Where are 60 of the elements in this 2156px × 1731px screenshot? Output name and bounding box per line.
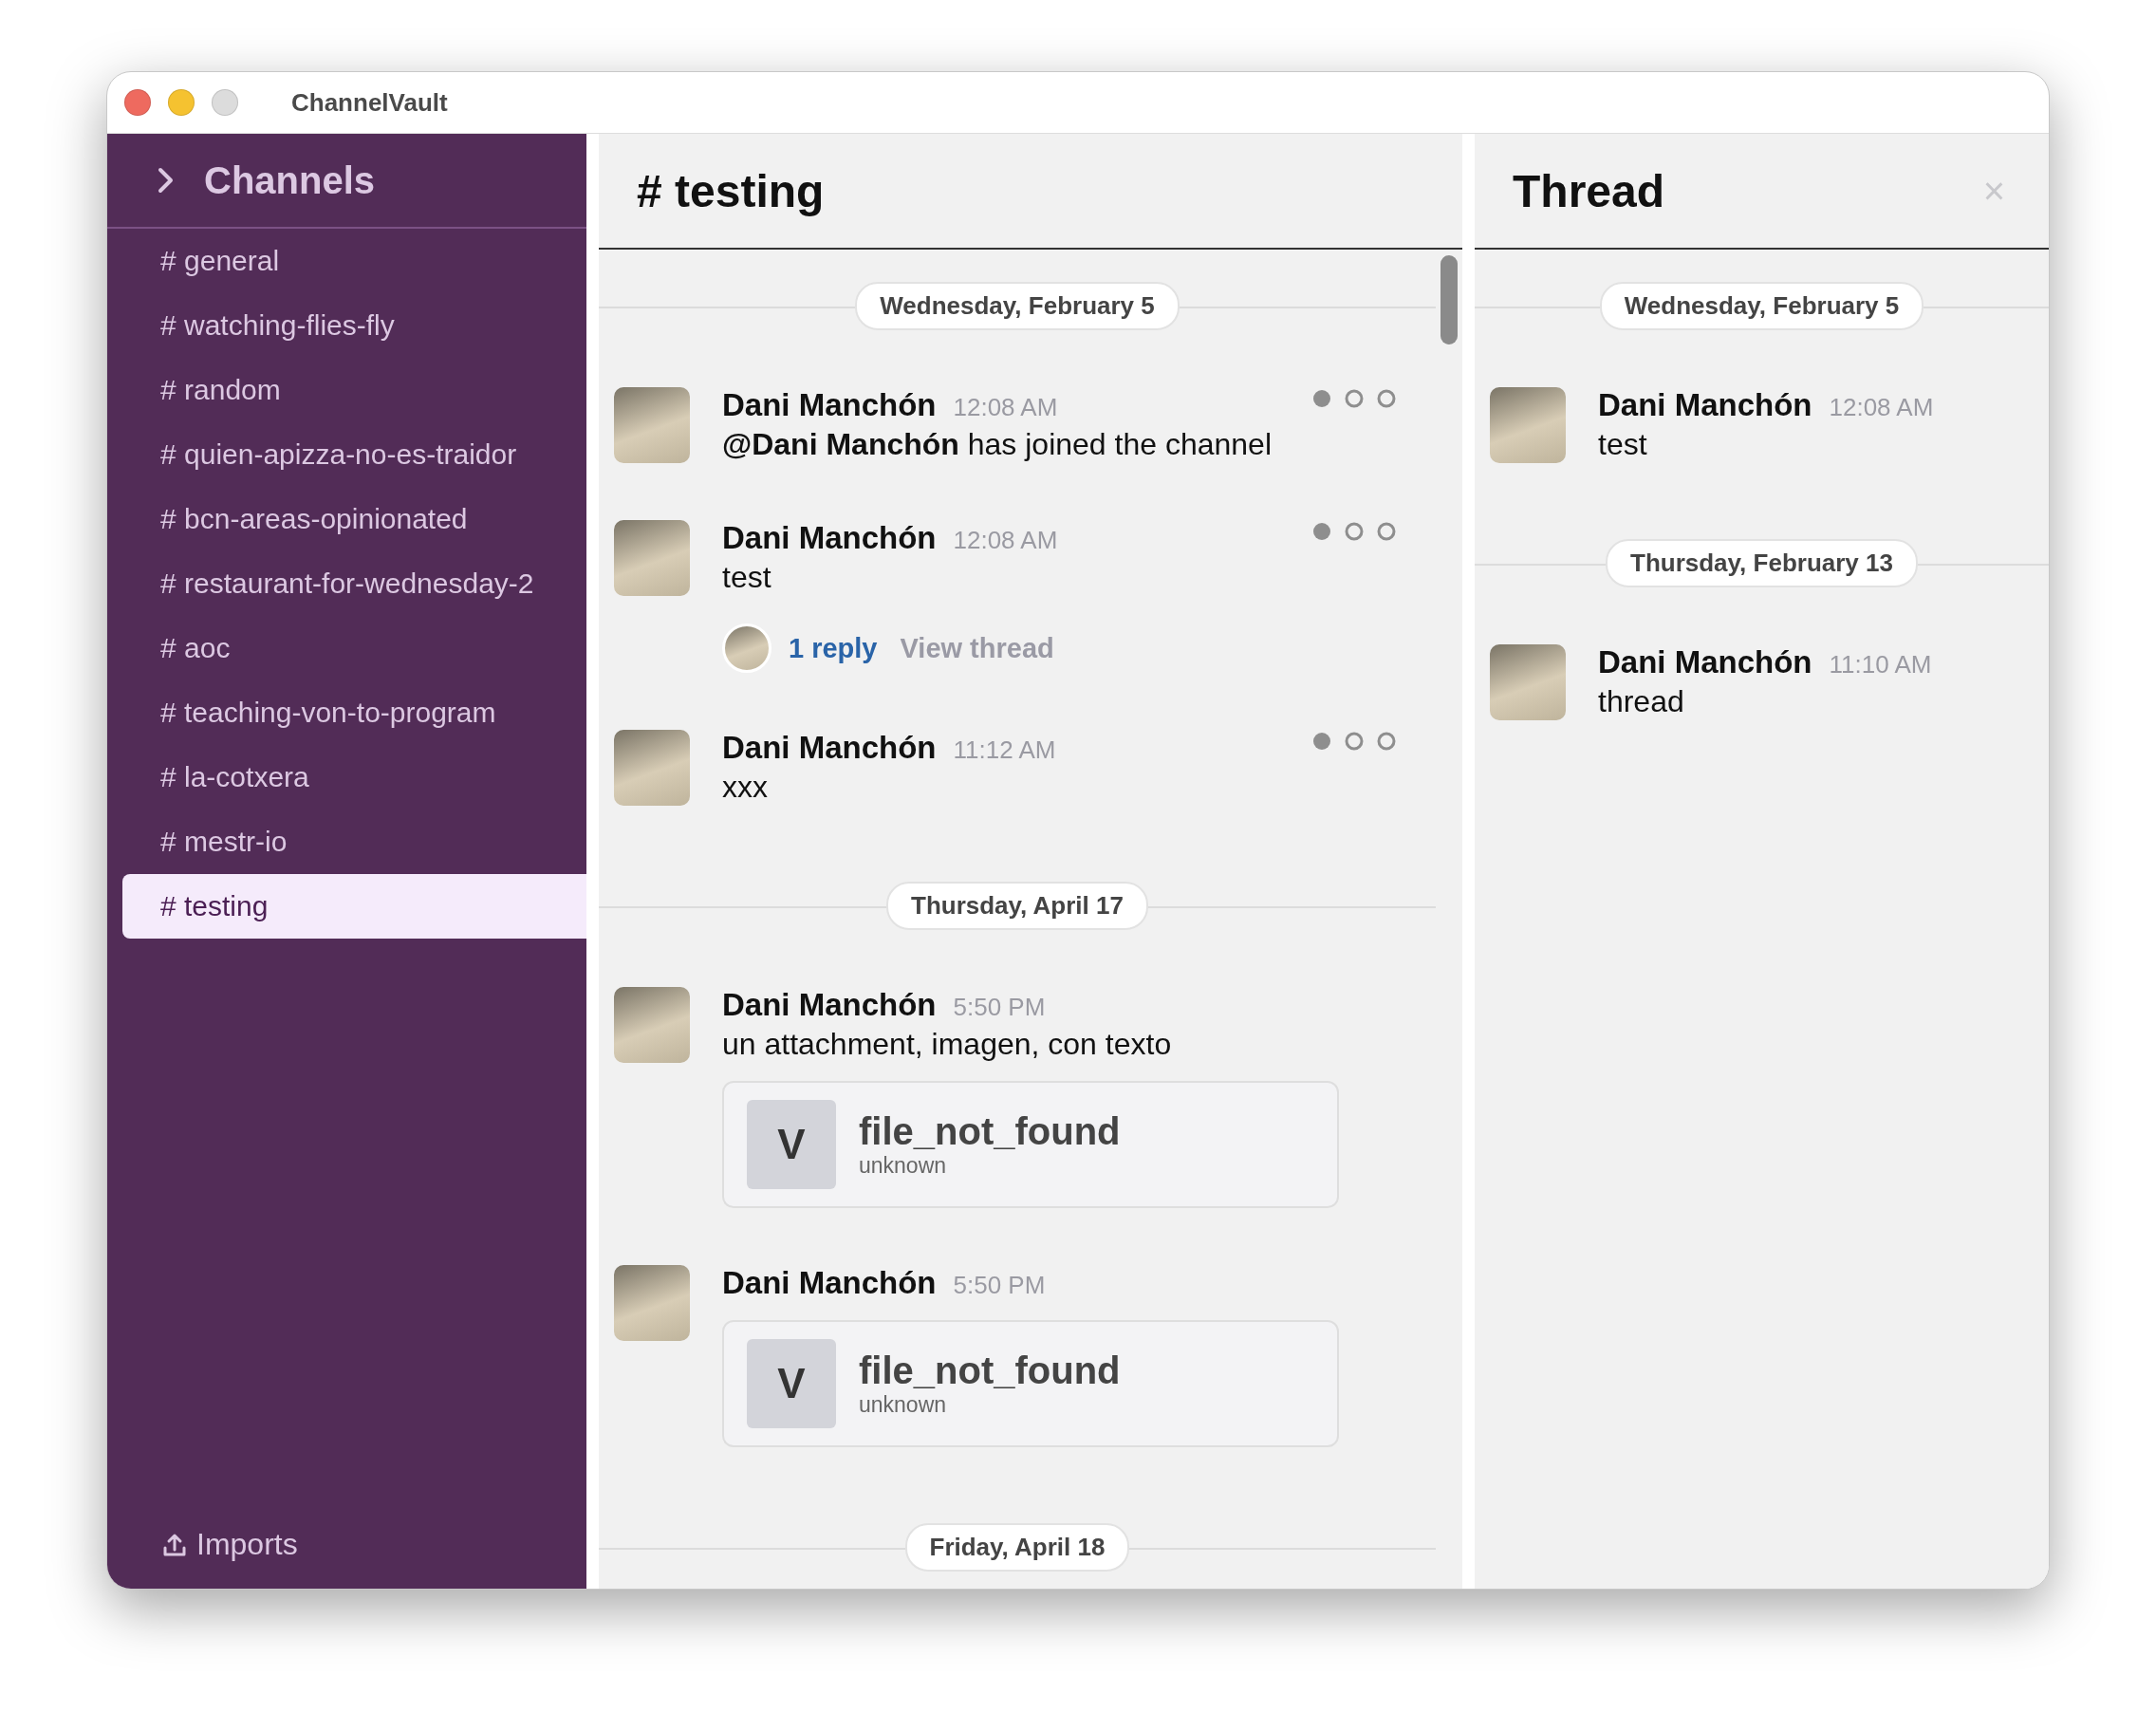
channel-item[interactable]: # teaching-von-to-program: [122, 680, 586, 745]
message-time: 11:12 AM: [953, 735, 1056, 765]
attachment-card[interactable]: V file_not_found unknown: [722, 1320, 1339, 1447]
author-name: Dani Manchón: [722, 520, 937, 556]
message-text: test: [722, 560, 772, 595]
channel-item[interactable]: # quien-apizza-no-es-traidor: [122, 422, 586, 487]
channel-title: # testing: [637, 164, 825, 217]
file-type-badge: V: [747, 1100, 836, 1189]
channel-item[interactable]: # mestr-io: [122, 810, 586, 874]
message-time: 11:10 AM: [1829, 650, 1932, 679]
reply-count-link[interactable]: 1 reply: [789, 632, 878, 664]
message-text: thread: [1598, 684, 1685, 719]
channel-item[interactable]: # aoc: [122, 616, 586, 680]
channels-header: Channels: [204, 158, 376, 202]
channel-item[interactable]: # random: [122, 358, 586, 422]
author-name: Dani Manchón: [722, 730, 937, 766]
channel-item[interactable]: # testing: [122, 874, 586, 939]
window-title: ChannelVault: [291, 87, 448, 118]
date-pill: Wednesday, February 5: [855, 282, 1180, 330]
author-name: Dani Manchón: [1598, 387, 1812, 423]
window-close-button[interactable]: [124, 89, 151, 116]
author-name: Dani Manchón: [722, 987, 937, 1023]
attachment-card[interactable]: V file_not_found unknown: [722, 1081, 1339, 1208]
channel-item[interactable]: # watching-flies-fly: [122, 293, 586, 358]
channel-item[interactable]: # bcn-areas-opinionated: [122, 487, 586, 551]
date-pill: Thursday, February 13: [1606, 539, 1918, 587]
message-time: 12:08 AM: [1829, 393, 1934, 422]
file-name: file_not_found: [859, 1110, 1121, 1153]
file-type: unknown: [859, 1392, 948, 1418]
message-time: 12:08 AM: [953, 393, 1058, 422]
scrollbar-thumb[interactable]: [1440, 255, 1458, 344]
author-name: Dani Manchón: [722, 387, 937, 423]
window-zoom-button[interactable]: [212, 89, 238, 116]
window-minimize-button[interactable]: [168, 89, 195, 116]
imports-link[interactable]: Imports: [196, 1527, 298, 1562]
message-time: 12:08 AM: [953, 526, 1058, 555]
file-type-badge: V: [747, 1339, 836, 1428]
thread-title: Thread: [1513, 164, 1665, 217]
channel-item[interactable]: # la-cotxera: [122, 745, 586, 810]
dots-icon[interactable]: [1310, 520, 1398, 543]
message-text: un attachment, imagen, con texto: [722, 1027, 1173, 1062]
message-time: 5:50 PM: [953, 1271, 1046, 1300]
channel-item[interactable]: # general: [122, 229, 586, 293]
date-pill: Friday, April 18: [904, 1523, 1130, 1572]
message-text: @Dani Manchón has joined the channel: [722, 427, 1273, 462]
date-pill: Thursday, April 17: [886, 882, 1148, 930]
message-time: 5:50 PM: [953, 993, 1046, 1022]
author-name: Dani Manchón: [722, 1265, 937, 1301]
dots-icon[interactable]: [1310, 387, 1398, 410]
file-name: file_not_found: [859, 1349, 1121, 1392]
file-type: unknown: [859, 1153, 948, 1179]
date-pill: Wednesday, February 5: [1599, 282, 1924, 330]
message-text: test: [1598, 427, 1648, 462]
reply-avatar-placeholder: [722, 624, 771, 673]
channel-item[interactable]: # restaurant-for-wednesday-2: [122, 551, 586, 616]
chevron-right-icon[interactable]: [157, 166, 176, 195]
message-text: xxx: [722, 770, 769, 805]
upload-icon: [162, 1532, 187, 1557]
dots-icon[interactable]: [1310, 730, 1398, 753]
author-name: Dani Manchón: [1598, 644, 1812, 680]
